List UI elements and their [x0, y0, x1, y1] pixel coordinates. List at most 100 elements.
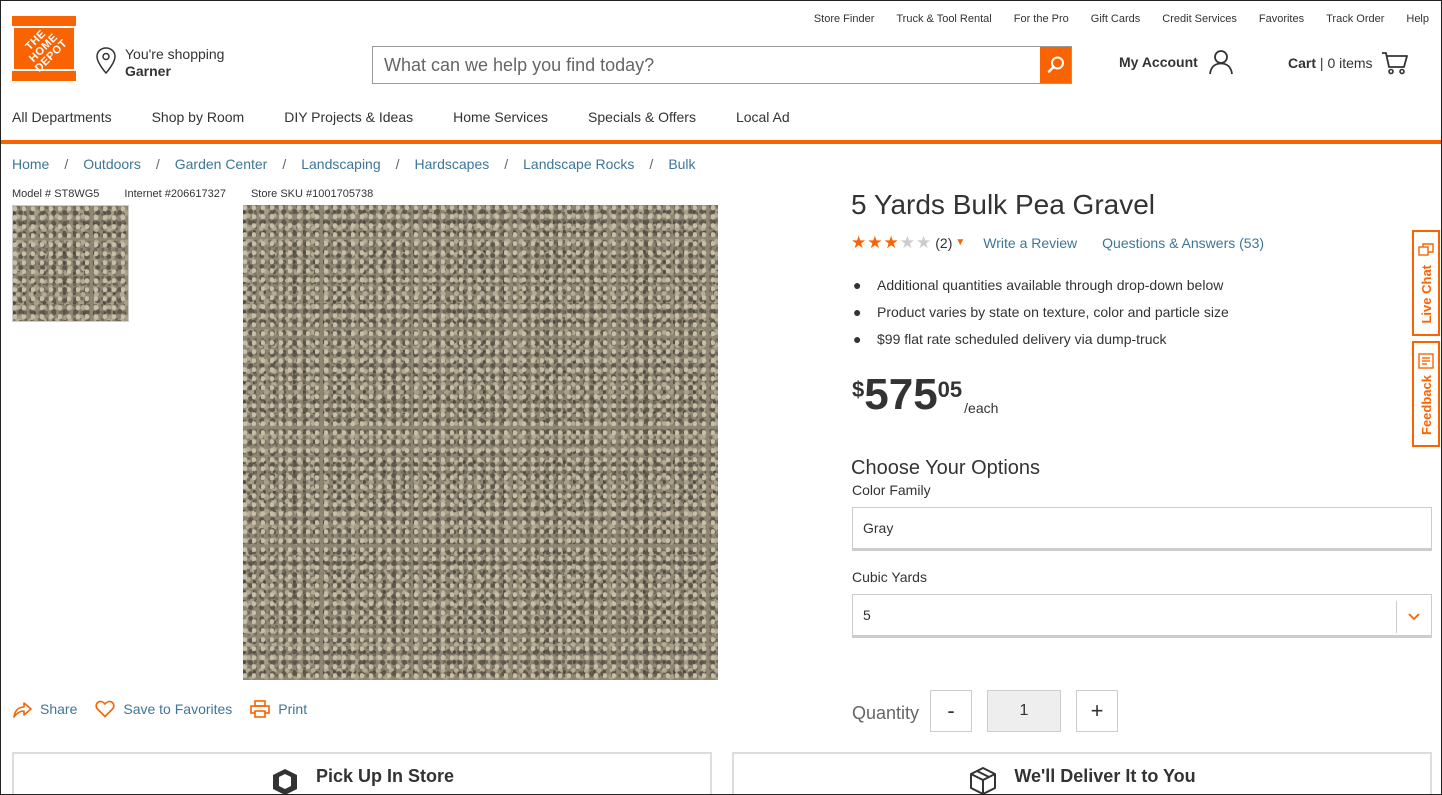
breadcrumb-hardscapes[interactable]: Hardscapes: [415, 156, 490, 172]
chevron-down-icon[interactable]: ▼: [955, 237, 965, 248]
nav-home-services[interactable]: Home Services: [453, 109, 548, 125]
util-help[interactable]: Help: [1406, 13, 1429, 25]
page-frame: THE HOME DEPOT You're shopping Garner St…: [0, 0, 1442, 795]
internet-number: Internet #206617327: [124, 188, 226, 200]
pickup-label: Pick Up In Store: [315, 766, 455, 786]
breadcrumb-separator: /: [64, 156, 69, 172]
logo-mark: THE HOME DEPOT: [12, 26, 76, 74]
star-icon: ★: [851, 233, 867, 252]
bullet-icon: ●: [853, 277, 862, 293]
cart-count: 0 items: [1327, 55, 1373, 71]
breadcrumb-outdoors[interactable]: Outdoors: [83, 156, 141, 172]
highlight-text: Product varies by state on texture, colo…: [877, 304, 1229, 320]
util-track-order[interactable]: Track Order: [1326, 13, 1384, 25]
breadcrumb-garden-center[interactable]: Garden Center: [175, 156, 268, 172]
header-divider: [1, 140, 1441, 144]
live-chat-tab[interactable]: Live Chat: [1412, 230, 1440, 336]
price-cents: 05: [937, 377, 963, 402]
quantity-decrement-button[interactable]: -: [930, 690, 972, 732]
list-item: ● Product varies by state on texture, col…: [853, 304, 1229, 321]
util-gift-cards[interactable]: Gift Cards: [1091, 13, 1141, 25]
nav-local-ad[interactable]: Local Ad: [736, 109, 790, 125]
star-icon: ★: [899, 233, 915, 252]
quantity-input[interactable]: 1: [987, 690, 1061, 732]
cart-label: Cart: [1288, 55, 1317, 71]
util-credit-services[interactable]: Credit Services: [1162, 13, 1237, 25]
print-button[interactable]: Print: [250, 700, 307, 718]
breadcrumb-landscaping[interactable]: Landscaping: [301, 156, 380, 172]
main-product-image[interactable]: [243, 205, 718, 680]
share-icon: [13, 702, 32, 718]
delivery-option[interactable]: We'll Deliver It to You: [732, 752, 1432, 794]
nav-shop-by-room[interactable]: Shop by Room: [152, 109, 245, 125]
price-unit: /each: [964, 400, 999, 416]
gravel-thumbnail: [13, 206, 128, 321]
list-item: ● $99 flat rate scheduled delivery via du…: [853, 331, 1229, 348]
store-line1: You're shopping: [125, 46, 225, 62]
review-count[interactable]: (2): [935, 235, 952, 251]
search-input[interactable]: [373, 47, 1040, 83]
product-highlights: ● Additional quantities available through…: [853, 277, 1229, 358]
search-button[interactable]: [1040, 47, 1071, 83]
pickup-in-store-option[interactable]: Pick Up In Store: [12, 752, 712, 794]
feedback-icon: [1418, 353, 1434, 369]
price-dollars: 575: [864, 370, 938, 419]
chat-icon: [1418, 243, 1434, 256]
nav-diy-projects[interactable]: DIY Projects & Ideas: [284, 109, 413, 125]
breadcrumb: Home / Outdoors / Garden Center / Landsc…: [12, 156, 696, 172]
write-review-link[interactable]: Write a Review: [983, 235, 1077, 251]
color-family-option[interactable]: Gray: [852, 507, 1432, 551]
options-heading: Choose Your Options: [851, 457, 1041, 479]
share-label: Share: [40, 701, 78, 717]
nav-all-departments[interactable]: All Departments: [12, 109, 112, 125]
thumbnail-image[interactable]: [12, 205, 129, 322]
user-icon: [1208, 50, 1233, 75]
share-button[interactable]: Share: [12, 700, 77, 718]
highlight-text: $99 flat rate scheduled delivery via dum…: [877, 331, 1167, 347]
home-depot-logo[interactable]: THE HOME DEPOT: [12, 16, 76, 81]
product-actions: Share Save to Favorites Print: [12, 700, 307, 718]
utility-nav: Store Finder Truck & Tool Rental For the…: [814, 13, 1429, 25]
my-account-button[interactable]: My Account: [1119, 49, 1234, 75]
questions-answers-link[interactable]: Questions & Answers (53): [1102, 235, 1264, 251]
product-title: 5 Yards Bulk Pea Gravel: [851, 189, 1156, 220]
cart-button[interactable]: Cart | 0 items: [1288, 51, 1409, 75]
util-favorites[interactable]: Favorites: [1259, 13, 1304, 25]
breadcrumb-separator: /: [504, 156, 509, 172]
cart-icon: [1381, 52, 1408, 75]
favorites-label: Save to Favorites: [123, 701, 233, 717]
gravel-photo: [243, 205, 718, 680]
star-icon: ★: [916, 233, 932, 252]
cubic-yards-value: 5: [863, 607, 871, 623]
star-icon: ★: [883, 233, 899, 252]
feedback-tab[interactable]: Feedback: [1412, 341, 1440, 447]
quantity-increment-button[interactable]: +: [1076, 690, 1118, 732]
breadcrumb-bulk[interactable]: Bulk: [668, 156, 695, 172]
util-store-finder[interactable]: Store Finder: [814, 13, 875, 25]
save-to-favorites-button[interactable]: Save to Favorites: [95, 700, 232, 718]
cart-text: Cart | 0 items: [1288, 55, 1373, 71]
location-pin-icon: [96, 47, 116, 75]
delivery-box-icon: [970, 767, 997, 794]
cubic-yards-label: Cubic Yards: [852, 569, 927, 585]
breadcrumb-home[interactable]: Home: [12, 156, 49, 172]
store-selector[interactable]: You're shopping Garner: [95, 46, 224, 80]
printer-icon: [250, 700, 271, 718]
cubic-yards-select[interactable]: 5: [852, 594, 1432, 638]
nav-specials-offers[interactable]: Specials & Offers: [588, 109, 696, 125]
store-name: Garner: [125, 63, 171, 79]
highlight-text: Additional quantities available through …: [877, 277, 1224, 293]
util-for-the-pro[interactable]: For the Pro: [1014, 13, 1069, 25]
breadcrumb-separator: /: [395, 156, 400, 172]
model-number: Model # ST8WG5: [12, 188, 100, 200]
live-chat-label: Live Chat: [1418, 264, 1434, 324]
logo-text: THE HOME DEPOT: [23, 27, 70, 75]
heart-icon: [95, 700, 115, 718]
star-rating[interactable]: ★ ★ ★ ★ ★: [851, 234, 931, 251]
breadcrumb-landscape-rocks[interactable]: Landscape Rocks: [523, 156, 634, 172]
print-label: Print: [278, 701, 308, 717]
select-arrow[interactable]: [1396, 601, 1431, 633]
chevron-down-icon: [1408, 613, 1420, 621]
util-truck-tool-rental[interactable]: Truck & Tool Rental: [896, 13, 991, 25]
quantity-label: Quantity: [852, 703, 920, 723]
